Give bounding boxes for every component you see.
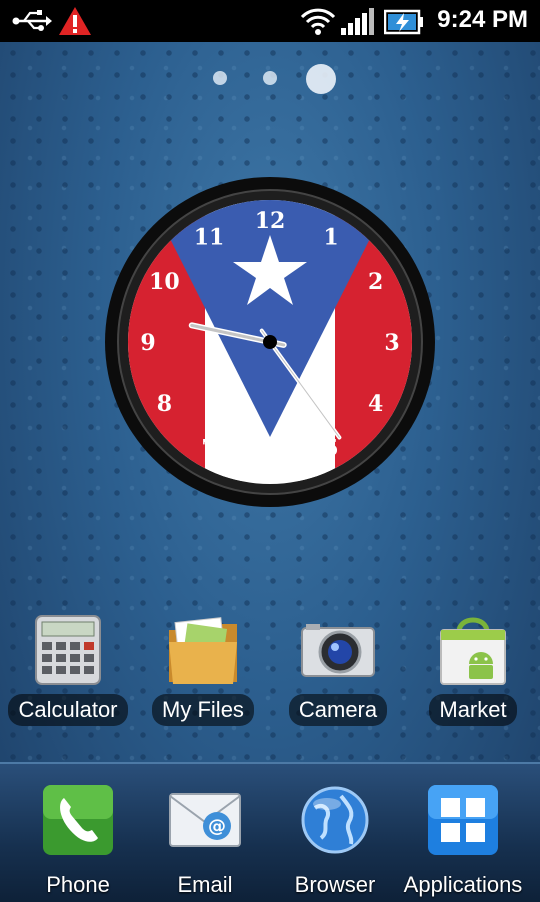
app-label: Calculator bbox=[8, 694, 128, 726]
dock-browser[interactable]: Browser bbox=[270, 782, 400, 898]
clock-numeral: 6 bbox=[262, 452, 277, 478]
clock-numeral: 5 bbox=[323, 436, 338, 462]
calculator-icon bbox=[30, 612, 106, 688]
clock-numeral: 3 bbox=[384, 330, 399, 356]
app-market[interactable]: Market bbox=[408, 612, 538, 726]
clock-numeral: 11 bbox=[194, 224, 225, 250]
folder-icon bbox=[165, 612, 241, 688]
dock-label: Phone bbox=[46, 872, 110, 897]
app-label: My Files bbox=[152, 694, 254, 726]
analog-clock-widget[interactable]: 12 1 2 3 4 5 6 7 8 9 10 11 bbox=[103, 175, 437, 509]
page-dot[interactable] bbox=[213, 71, 227, 85]
clock-numeral: 10 bbox=[149, 269, 180, 295]
app-camera[interactable]: Camera bbox=[273, 612, 403, 726]
dock-phone[interactable]: Phone bbox=[13, 782, 143, 898]
app-my-files[interactable]: My Files bbox=[138, 612, 268, 726]
dock: Phone @ Email Browser Applications bbox=[0, 762, 540, 902]
usb-icon bbox=[12, 10, 52, 36]
status-time: 9:24 PM bbox=[437, 6, 528, 33]
market-icon bbox=[435, 612, 511, 688]
app-calculator[interactable]: Calculator bbox=[3, 612, 133, 726]
status-bar: 9:24 PM bbox=[0, 0, 540, 42]
clock-center-pin bbox=[263, 335, 277, 349]
clock-numeral: 2 bbox=[368, 269, 383, 295]
dock-applications[interactable]: Applications bbox=[398, 782, 528, 898]
phone-icon bbox=[40, 782, 116, 858]
clock-numeral: 4 bbox=[368, 391, 383, 417]
warning-icon bbox=[58, 6, 92, 40]
browser-icon bbox=[297, 782, 373, 858]
svg-text:@: @ bbox=[208, 816, 226, 837]
clock-numeral: 9 bbox=[140, 330, 155, 356]
dock-email[interactable]: @ Email bbox=[140, 782, 270, 898]
email-icon: @ bbox=[167, 782, 243, 858]
clock-numeral: 1 bbox=[323, 224, 338, 250]
dock-label: Browser bbox=[294, 872, 376, 897]
page-dot[interactable] bbox=[263, 71, 277, 85]
app-label: Market bbox=[429, 694, 517, 726]
clock-numeral: 12 bbox=[255, 208, 286, 234]
battery-charging-icon bbox=[383, 8, 424, 40]
clock-numeral: 7 bbox=[201, 436, 216, 462]
app-label: Camera bbox=[288, 694, 388, 726]
wifi-icon bbox=[300, 6, 336, 40]
dock-label: Email bbox=[177, 872, 233, 897]
clock-numeral: 8 bbox=[157, 391, 172, 417]
camera-icon bbox=[300, 612, 376, 688]
applications-icon bbox=[425, 782, 501, 858]
signal-icon bbox=[340, 6, 380, 40]
page-dot-current[interactable] bbox=[306, 64, 336, 94]
dock-label: Applications bbox=[403, 872, 523, 897]
